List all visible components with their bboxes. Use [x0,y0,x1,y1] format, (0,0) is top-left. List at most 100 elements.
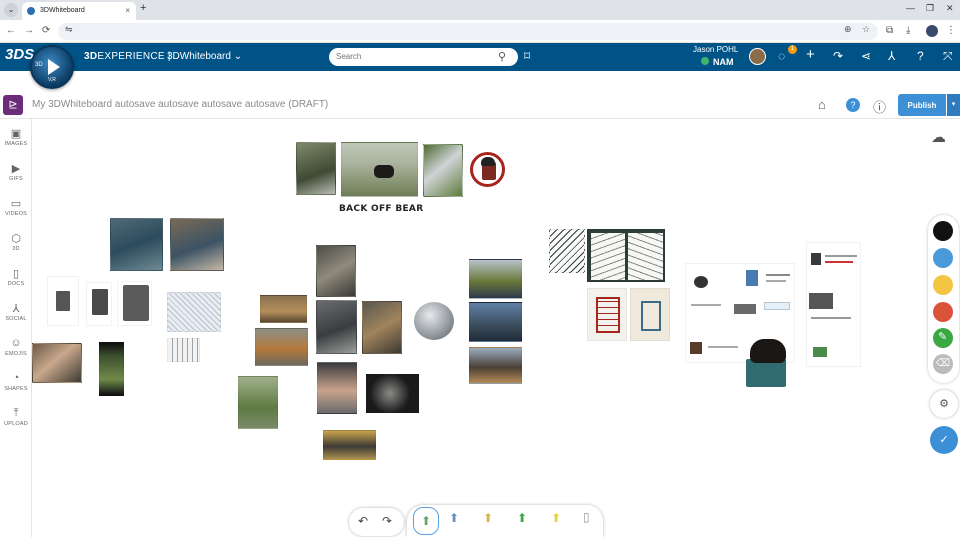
bookmark-star-icon[interactable]: ☆ [862,24,870,35]
image-tile[interactable] [366,374,419,413]
image-tile[interactable] [316,300,357,354]
image-tile[interactable] [806,242,861,367]
color-swatch-black[interactable] [933,221,953,241]
help-icon[interactable]: ? [917,49,924,63]
redo-icon[interactable]: ↷ [382,514,392,528]
image-tile[interactable] [469,259,522,299]
rail-item-shapes[interactable]: ◔ SHAPES [0,372,32,392]
pen-tool-pencil[interactable]: ⬆ [413,507,439,535]
rail-item-upload[interactable]: ⤒ UPLOAD [0,407,32,427]
compass-icon[interactable]: 3D V,R [30,45,74,89]
rail-item-docs[interactable]: ▯ DOCS [0,267,32,287]
image-tile[interactable] [110,218,163,271]
tag-icon[interactable]: ⌑ [524,49,530,63]
image-tile[interactable] [316,245,356,297]
publish-button[interactable]: Publish [898,94,946,116]
bear-trash-logo-icon[interactable] [470,152,505,187]
settings-button[interactable]: ⚙ [930,390,958,418]
pen-tool-highlighter[interactable]: ⬆ [551,511,561,525]
zoom-icon[interactable]: ⊕ [844,24,852,35]
product-photo [809,293,833,309]
image-tile[interactable] [117,281,152,326]
image-tile[interactable] [317,362,357,414]
image-tile[interactable] [423,144,463,197]
image-tile[interactable] [167,338,200,362]
minimize-button[interactable]: — [906,3,915,13]
download-icon[interactable]: ⤓ [906,25,910,36]
info-icon[interactable]: ⓘ [873,97,886,116]
color-swatch-green[interactable]: ✎ [933,328,953,348]
confirm-button[interactable]: ✓ [930,426,958,454]
image-tile[interactable] [86,282,112,326]
color-swatch-red[interactable] [933,302,953,322]
extensions-icon[interactable]: ⧉ [886,25,893,36]
image-tile[interactable] [469,302,522,342]
reload-button[interactable]: ⟳ [42,25,50,36]
add-icon[interactable]: + [806,46,815,63]
image-tile[interactable] [99,342,124,396]
new-tab-button[interactable]: + [140,2,146,14]
rail-item-3d[interactable]: ⬡ 3D [0,232,32,252]
canvas-caption[interactable]: BACK OFF BEAR [339,204,423,214]
search-icon[interactable]: ⚲ [498,50,506,63]
pen-tool-brush[interactable]: ⬆ [483,511,493,525]
image-tile[interactable] [549,229,585,273]
share-icon[interactable]: ↷ [833,49,843,63]
image-tile[interactable] [47,276,79,326]
bear-on-bin-image[interactable] [740,337,798,389]
image-tile[interactable] [170,218,224,271]
image-tile[interactable] [587,288,627,341]
image-tile[interactable] [238,376,278,429]
publish-dropdown-caret[interactable]: ▾ [947,94,960,116]
image-tile[interactable] [362,301,402,354]
address-bar[interactable]: ⇋ ⊕ ☆ [58,23,878,40]
rail-item-social[interactable]: ⅄ SOCIAL [0,302,32,322]
maximize-button[interactable]: ❐ [926,3,934,14]
profile-avatar[interactable] [926,25,938,37]
image-tile[interactable] [630,288,670,341]
image-tile[interactable] [255,328,308,366]
cloud-sync-icon[interactable]: ☁ [931,128,946,146]
close-window-button[interactable]: ✕ [946,3,954,14]
rail-item-videos[interactable]: ▭ VIDEOS [0,197,32,217]
eraser-icon[interactable]: ⌫ [933,354,953,374]
rail-item-gifs[interactable]: ▶ GIFS [0,162,32,182]
rail-item-images[interactable]: ▣ IMAGES [0,127,32,147]
forward-button[interactable]: → [24,25,34,36]
rail-item-emojis[interactable]: ☺ EMOJIS [0,337,32,357]
image-tile[interactable] [323,430,376,460]
3d-knob-model[interactable] [410,300,458,343]
fullscreen-icon[interactable]: ⤧ [943,49,953,64]
chat-icon[interactable]: ◌ [778,49,785,63]
eraser-tool[interactable]: ▯ [583,510,590,524]
color-swatch-yellow[interactable] [933,275,953,295]
back-button[interactable]: ← [6,25,16,36]
undo-icon[interactable]: ↶ [358,514,368,528]
site-info-icon[interactable]: ⇋ [65,24,73,35]
browser-menu-icon[interactable]: ⋮ [946,25,956,36]
pen-tool-marker[interactable]: ⬆ [517,511,527,525]
help-circle-icon[interactable]: ? [846,98,860,112]
tab-search-menu[interactable]: ⌄ [4,3,18,17]
pen-tool-fountain[interactable]: ⬆ [449,511,459,525]
browser-tab[interactable]: 3DWhiteboard × [22,2,136,20]
user-name[interactable]: Jason POHL [693,45,738,54]
tenant-label[interactable]: NAM [701,57,734,67]
apps-icon[interactable]: ⅄ [888,49,895,63]
image-tile[interactable] [167,292,221,332]
color-swatch-blue[interactable] [933,248,953,268]
page-title[interactable]: My 3DWhiteboard autosave autosave autosa… [32,99,328,110]
tab-close-icon[interactable]: × [125,2,130,20]
avatar[interactable] [749,48,766,65]
image-tile[interactable] [587,229,665,282]
image-tile[interactable] [469,347,522,384]
whiteboard-app-icon[interactable]: ⊵ [3,95,23,115]
image-tile[interactable] [296,142,336,195]
image-tile[interactable] [260,295,307,323]
image-tile[interactable] [32,343,82,383]
app-name-dropdown[interactable]: 3DWhiteboard ⌄ [167,51,242,62]
search-input[interactable] [329,48,518,66]
home-icon[interactable]: ⌂ [818,97,826,112]
network-icon[interactable]: ⋖ [861,49,871,63]
image-tile[interactable] [341,142,418,197]
